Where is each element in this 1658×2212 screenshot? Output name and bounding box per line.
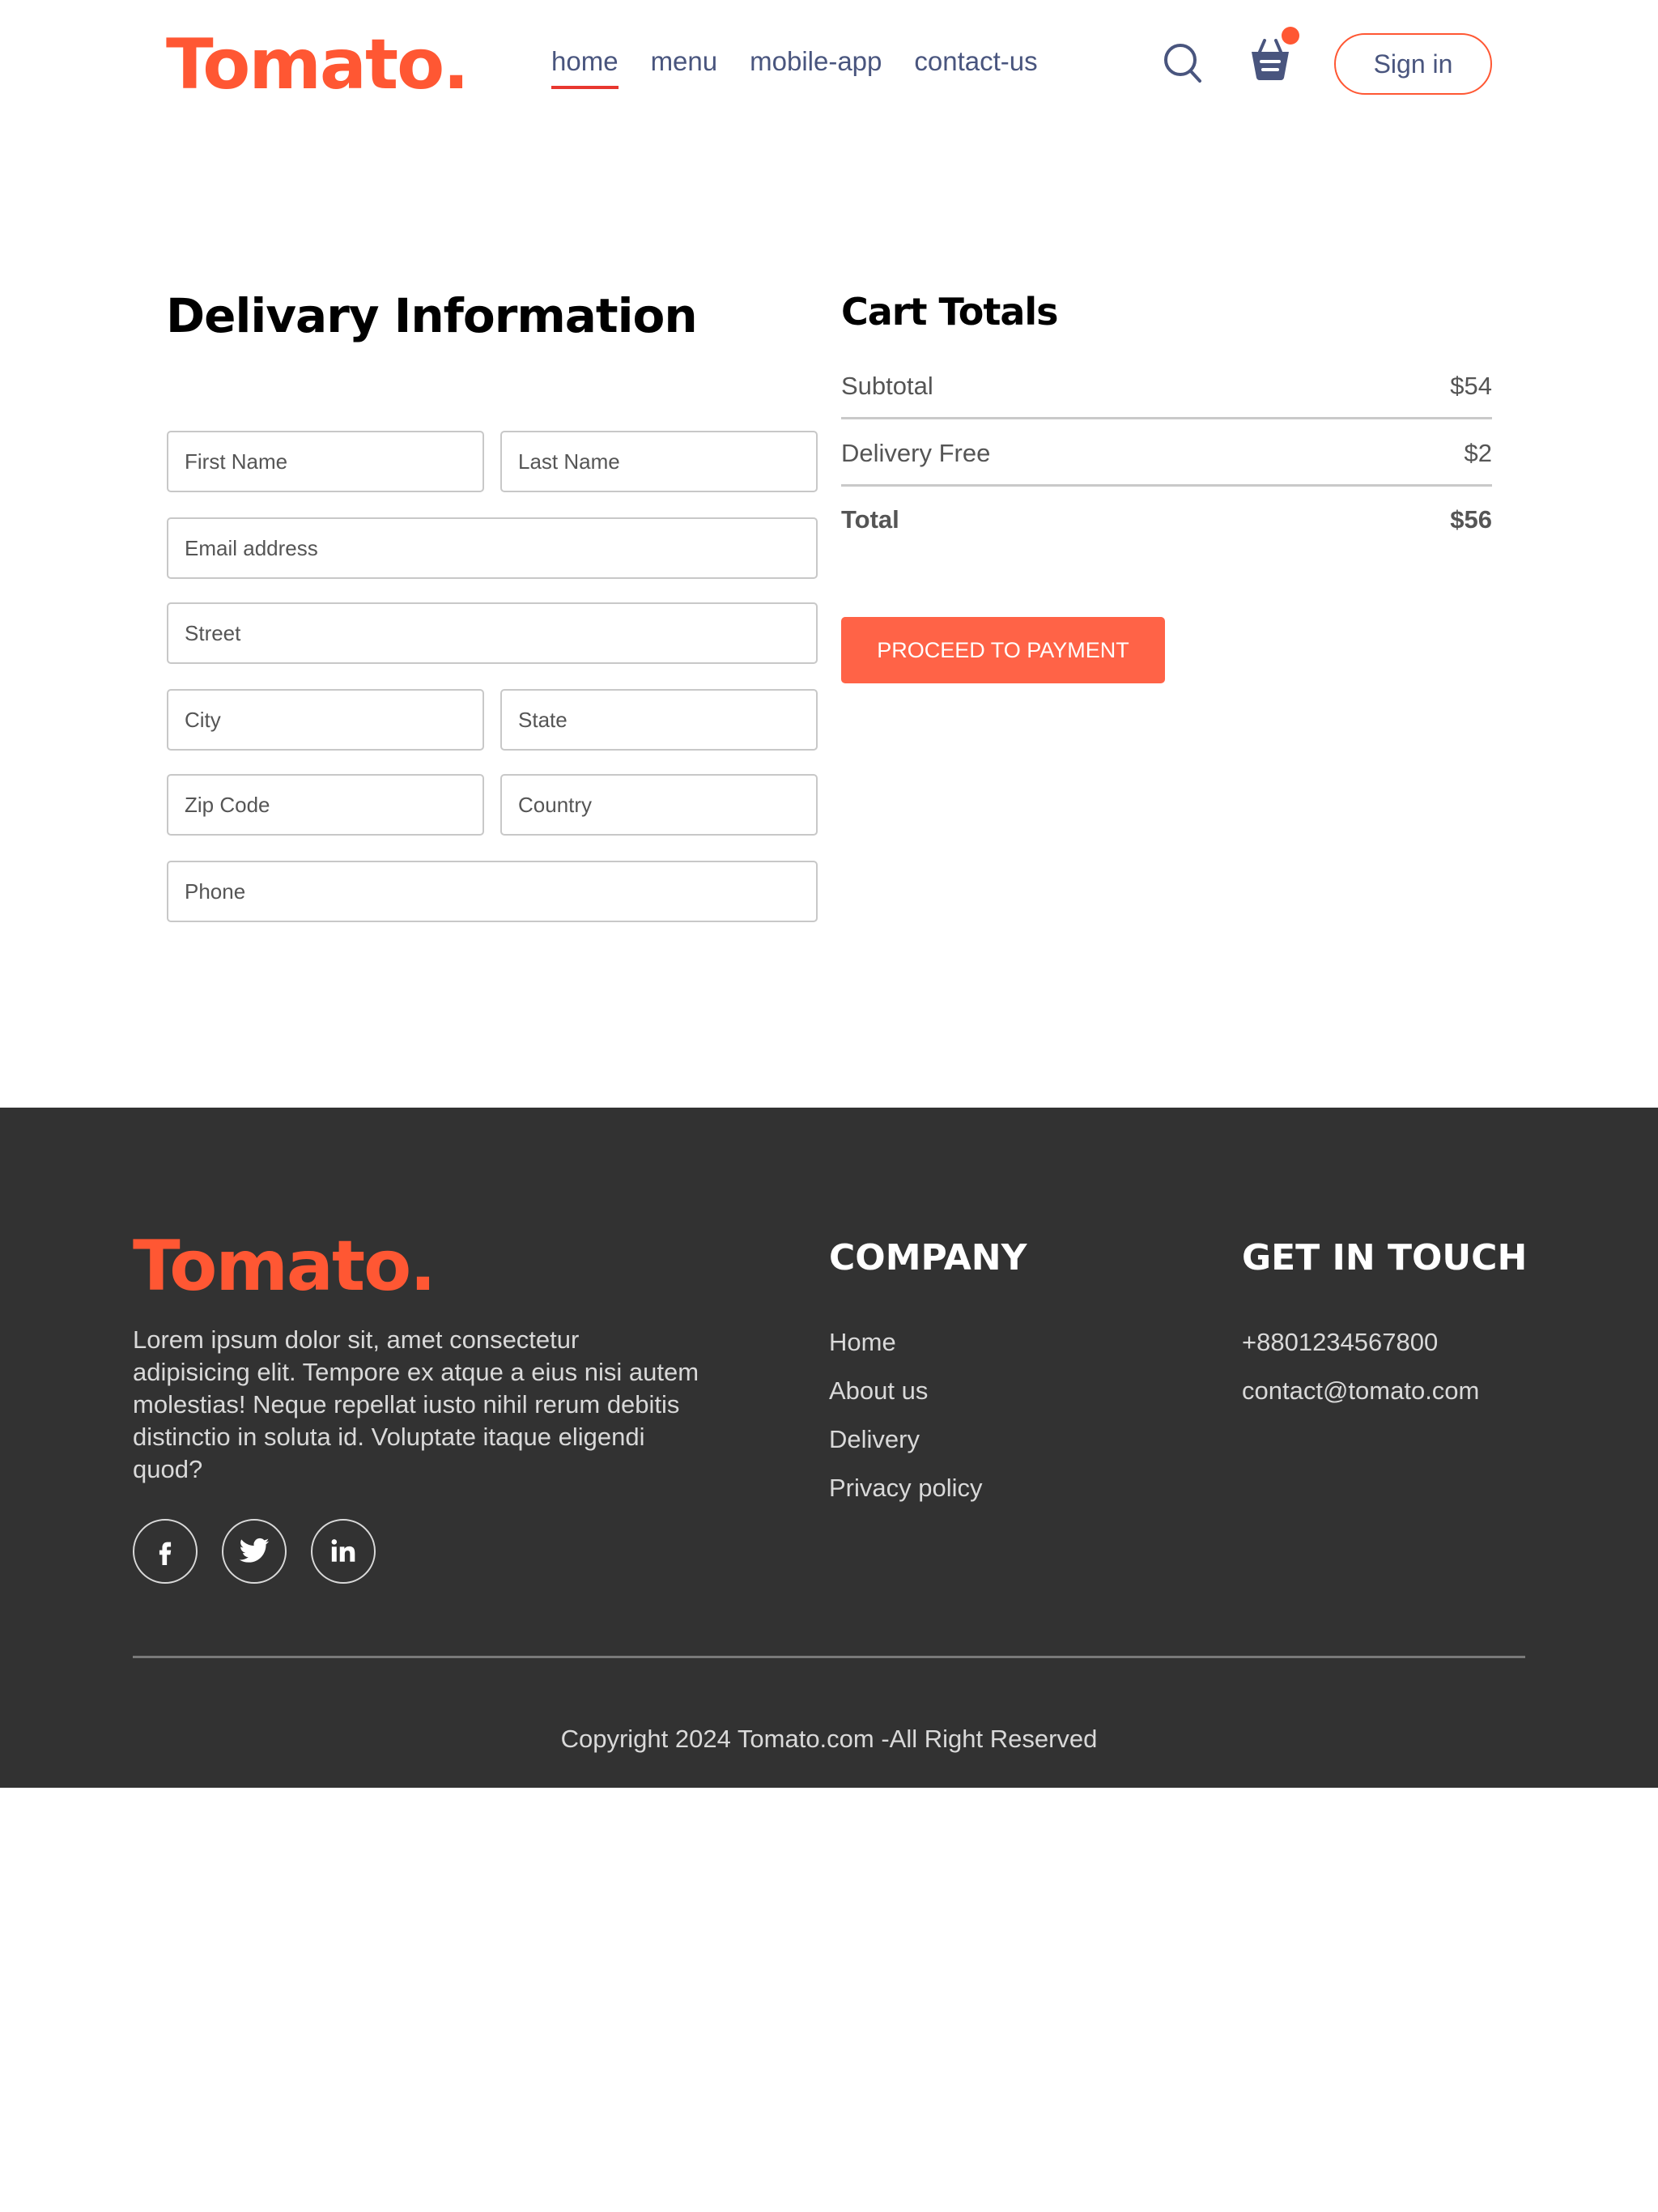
footer-logo: Tomato. [133,1226,436,1307]
sign-in-button[interactable]: Sign in [1334,33,1492,95]
delivery-fee-label: Delivery Free [841,439,991,467]
email-field[interactable] [167,517,818,579]
nav-link-contact-us[interactable]: contact-us [914,40,1037,89]
logo[interactable]: Tomato. [166,24,470,105]
delivery-title: Delivary Information [166,288,698,343]
search-icon[interactable] [1163,42,1203,84]
proceed-to-payment-button[interactable]: PROCEED TO PAYMENT [841,617,1165,683]
delivery-fee-value: $2 [1464,439,1492,467]
delivery-fee-row: Delivery Free $2 [841,429,1492,478]
city-field[interactable] [167,689,484,751]
cart-indicator-dot [1282,27,1299,45]
state-field[interactable] [500,689,818,751]
footer-link-delivery[interactable]: Delivery [829,1415,983,1464]
total-value: $56 [1450,505,1492,534]
footer: Tomato. Lorem ipsum dolor sit, amet cons… [0,1108,1658,1788]
linkedin-icon[interactable] [311,1519,376,1584]
first-name-field[interactable] [167,431,484,492]
nav-link-menu[interactable]: menu [651,40,718,89]
footer-link-home[interactable]: Home [829,1318,983,1367]
twitter-icon[interactable] [222,1519,287,1584]
total-row: Total $56 [841,496,1492,544]
get-in-touch-heading: GET IN TOUCH [1242,1237,1528,1278]
subtotal-label: Subtotal [841,372,933,400]
cart-divider [841,417,1492,419]
last-name-field[interactable] [500,431,818,492]
footer-link-about-us[interactable]: About us [829,1367,983,1415]
footer-divider [133,1656,1525,1658]
footer-description: Lorem ipsum dolor sit, amet consectetur … [133,1325,699,1483]
navbar: Tomato. home menu mobile-app contact-us … [0,0,1658,130]
nav-link-home[interactable]: home [551,40,619,89]
company-links: Home About us Delivery Privacy policy [829,1318,983,1512]
total-label: Total [841,505,899,534]
facebook-icon[interactable] [133,1519,198,1584]
contact-list: +8801234567800 contact@tomato.com [1242,1318,1479,1415]
country-field[interactable] [500,774,818,836]
nav-link-mobile-app[interactable]: mobile-app [750,40,882,89]
copyright-text: Copyright 2024 Tomato.com -All Right Res… [560,1725,1098,1753]
cart-totals-title: Cart Totals [841,290,1059,334]
contact-email[interactable]: contact@tomato.com [1242,1367,1479,1415]
cart-divider [841,484,1492,487]
street-field[interactable] [167,602,818,664]
zip-code-field[interactable] [167,774,484,836]
subtotal-value: $54 [1450,372,1492,400]
phone-field[interactable] [167,861,818,922]
footer-link-privacy-policy[interactable]: Privacy policy [829,1464,983,1512]
company-heading: COMPANY [829,1237,1027,1278]
subtotal-row: Subtotal $54 [841,362,1492,410]
nav-links: home menu mobile-app contact-us [551,40,1038,89]
contact-phone[interactable]: +8801234567800 [1242,1318,1479,1367]
